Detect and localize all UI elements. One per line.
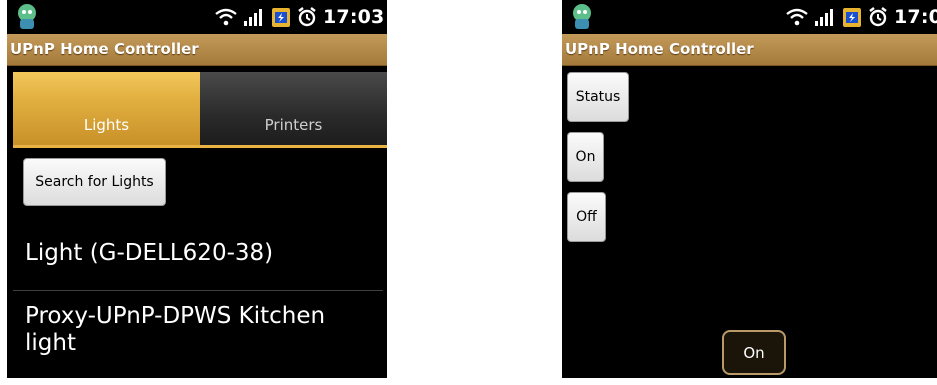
on-toast: On bbox=[722, 330, 786, 375]
list-item[interactable]: Proxy-UPnP-DPWS Kitchen light bbox=[25, 303, 365, 357]
battery-charging-icon bbox=[272, 8, 290, 27]
status-bar: 17:03 bbox=[7, 0, 387, 34]
on-button[interactable]: On bbox=[567, 132, 604, 182]
alarm-icon bbox=[869, 7, 887, 27]
alarm-icon bbox=[298, 7, 316, 27]
signal-icon bbox=[244, 9, 262, 26]
status-time: 17:04 bbox=[894, 6, 937, 28]
wifi-icon bbox=[786, 8, 808, 26]
tab-underline bbox=[13, 145, 387, 148]
left-phone-screen: 17:03 UPnP Home Controller Lights Printe… bbox=[7, 0, 387, 378]
tab-printers-label: Printers bbox=[264, 116, 323, 134]
wifi-icon bbox=[215, 8, 237, 26]
tab-printers[interactable]: Printers bbox=[200, 72, 387, 146]
status-time: 17:03 bbox=[323, 6, 385, 28]
tab-lights[interactable]: Lights bbox=[13, 72, 200, 146]
list-item[interactable]: Light (G-DELL620-38) bbox=[25, 240, 273, 267]
status-icons: 17:03 bbox=[215, 6, 384, 28]
list-divider bbox=[13, 290, 383, 291]
right-phone-screen: 17:04 UPnP Home Controller Status On Off… bbox=[562, 0, 937, 378]
app-title-bar: UPnP Home Controller bbox=[7, 34, 387, 66]
status-bar: 17:04 bbox=[562, 0, 937, 34]
status-icons: 17:04 bbox=[786, 6, 937, 28]
app-title: UPnP Home Controller bbox=[565, 40, 754, 58]
battery-charging-icon bbox=[843, 8, 861, 27]
off-button[interactable]: Off bbox=[567, 192, 606, 242]
status-button[interactable]: Status bbox=[567, 72, 629, 122]
app-title: UPnP Home Controller bbox=[10, 40, 199, 58]
tab-lights-label: Lights bbox=[83, 116, 130, 134]
signal-icon bbox=[815, 9, 833, 26]
android-app-icon bbox=[573, 4, 591, 29]
search-for-lights-button[interactable]: Search for Lights bbox=[23, 158, 166, 206]
android-app-icon bbox=[18, 4, 36, 29]
app-title-bar: UPnP Home Controller bbox=[562, 34, 937, 66]
